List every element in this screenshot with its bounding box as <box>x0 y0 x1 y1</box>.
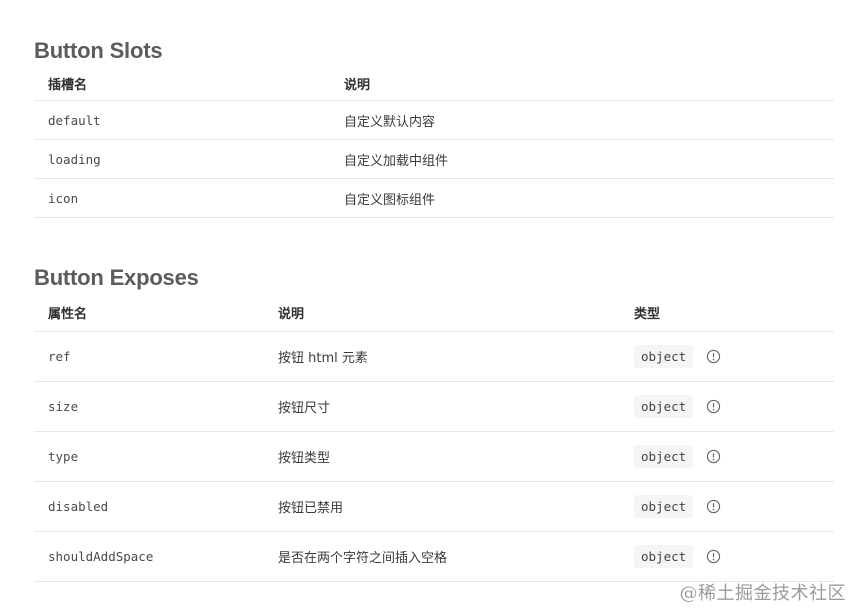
slots-header-desc: 说明 <box>344 78 371 93</box>
slot-desc: 自定义加载中组件 <box>344 153 449 169</box>
slots-header-name: 插槽名 <box>48 78 88 93</box>
exposes-table-header: 属性名 说明 类型 <box>34 294 834 332</box>
expose-type-cell: object <box>634 382 721 431</box>
table-row: type 按钮类型 object <box>34 432 834 482</box>
table-row: default 自定义默认内容 <box>34 101 834 140</box>
slot-desc: 自定义图标组件 <box>344 192 436 208</box>
expose-type-cell: object <box>634 482 721 531</box>
type-tag: object <box>634 545 694 568</box>
table-row: loading 自定义加载中组件 <box>34 140 834 179</box>
expose-type-cell: object <box>634 432 721 481</box>
info-circle-icon[interactable] <box>706 549 721 564</box>
expose-name: type <box>48 449 79 464</box>
type-tag: object <box>634 395 694 418</box>
expose-desc: 按钮类型 <box>278 451 331 466</box>
expose-name: disabled <box>48 499 109 514</box>
slot-name: icon <box>48 190 79 206</box>
type-tag: object <box>634 495 694 518</box>
table-row: shouldAddSpace 是否在两个字符之间插入空格 object <box>34 532 834 582</box>
exposes-header-name: 属性名 <box>48 307 88 322</box>
info-circle-icon[interactable] <box>706 349 721 364</box>
info-circle-icon[interactable] <box>706 499 721 514</box>
slot-desc: 自定义默认内容 <box>344 114 436 130</box>
expose-desc: 按钮已禁用 <box>278 501 344 516</box>
expose-name: shouldAddSpace <box>48 549 154 564</box>
expose-type-cell: object <box>634 332 721 381</box>
expose-desc: 按钮尺寸 <box>278 401 331 416</box>
exposes-section-title: Button Exposes <box>34 265 199 290</box>
expose-desc: 按钮 html 元素 <box>278 351 368 366</box>
table-row: disabled 按钮已禁用 object <box>34 482 834 532</box>
info-circle-icon[interactable] <box>706 399 721 414</box>
slots-section-title: Button Slots <box>34 38 163 63</box>
slots-table-header: 插槽名 说明 <box>34 67 834 101</box>
exposes-header-desc: 说明 <box>278 307 305 322</box>
expose-name: size <box>48 399 79 414</box>
slots-table: 插槽名 说明 default 自定义默认内容 loading 自定义加载中组件 … <box>34 67 834 218</box>
expose-name: ref <box>48 349 71 364</box>
expose-type-cell: object <box>634 532 721 581</box>
expose-desc: 是否在两个字符之间插入空格 <box>278 551 448 566</box>
exposes-header-type: 类型 <box>634 307 661 322</box>
type-tag: object <box>634 445 694 468</box>
watermark: @稀土掘金技术社区 <box>679 583 846 604</box>
info-circle-icon[interactable] <box>706 449 721 464</box>
table-row: size 按钮尺寸 object <box>34 382 834 432</box>
table-row: icon 自定义图标组件 <box>34 179 834 218</box>
table-row: ref 按钮 html 元素 object <box>34 332 834 382</box>
exposes-table: 属性名 说明 类型 ref 按钮 html 元素 object size 按钮尺… <box>34 294 834 582</box>
page: Button Slots 插槽名 说明 default 自定义默认内容 load… <box>0 0 852 611</box>
slot-name: loading <box>48 151 101 167</box>
slot-name: default <box>48 112 101 128</box>
type-tag: object <box>634 345 694 368</box>
